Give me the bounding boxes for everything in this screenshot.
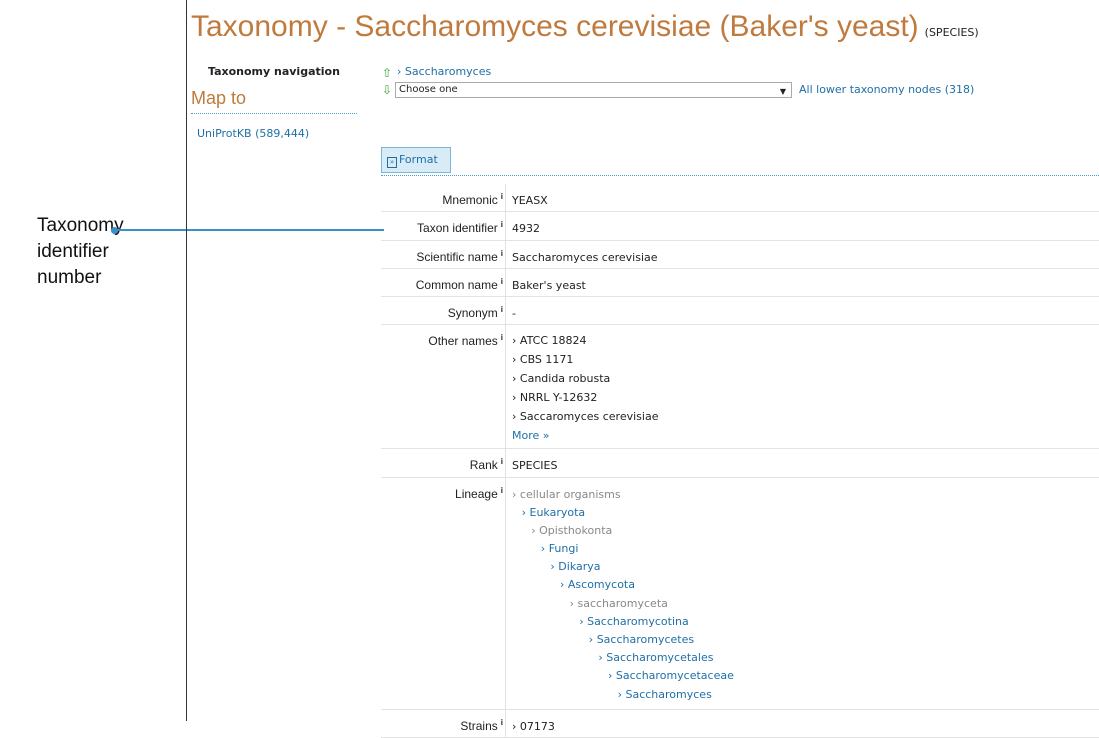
field-label: Taxon identifieri [381, 211, 506, 240]
row-strains: Strainsi › 07173 [381, 709, 1099, 737]
info-icon[interactable]: i [501, 249, 503, 258]
more-link[interactable]: More » [512, 429, 1099, 448]
row-rank: Ranki SPECIES [381, 448, 1099, 477]
row-common-name: Common namei Baker's yeast [381, 268, 1099, 296]
info-icon[interactable]: i [501, 220, 503, 229]
map-to-divider [191, 113, 357, 114]
info-icon[interactable]: i [501, 192, 503, 201]
field-value: › 07173 [506, 709, 1099, 737]
field-value: - [506, 296, 1099, 324]
arrow-up-icon: ⇧ [382, 66, 392, 80]
common-name-value: Baker's yeast [512, 269, 1099, 292]
format-button[interactable]: »Format [381, 147, 451, 173]
field-label: Ranki [381, 448, 506, 477]
list-item: › Saccaromyces cerevisiae [512, 410, 1099, 429]
field-label: Strainsi [381, 709, 506, 737]
row-scientific-name: Scientific namei Saccharomyces cerevisia… [381, 240, 1099, 268]
row-synonym: Synonymi - [381, 296, 1099, 324]
mnemonic-value: YEASX [512, 184, 1099, 207]
row-taxon-identifier: Taxon identifieri 4932 [381, 211, 1099, 240]
callout-dot [111, 227, 118, 234]
format-button-label: Format [399, 153, 438, 166]
lineage-item[interactable]: › Saccharomycetes [512, 633, 1099, 651]
synonym-value: - [512, 297, 1099, 320]
list-item: › NRRL Y-12632 [512, 391, 1099, 410]
taxonomy-info-table: Mnemonici YEASX Taxon identifieri 4932 S… [381, 184, 1099, 738]
field-label: Lineagei [381, 477, 506, 709]
field-value: SPECIES [506, 448, 1099, 477]
row-mnemonic: Mnemonici YEASX [381, 184, 1099, 211]
parent-taxon-link[interactable]: › Saccharomyces [397, 65, 491, 78]
field-label: Scientific namei [381, 240, 506, 268]
info-icon[interactable]: i [501, 305, 503, 314]
lower-taxon-select[interactable]: Choose one ▼ [395, 82, 792, 98]
info-icon[interactable]: i [501, 718, 503, 727]
uniprotkb-link[interactable]: UniProtKB (589,444) [197, 127, 309, 140]
lineage-item[interactable]: › Saccharomycetaceae [512, 669, 1099, 687]
lineage-list: › cellular organisms› Eukaryota› Opistho… [512, 478, 1099, 706]
taxonomy-navigation-heading: Taxonomy navigation [208, 65, 340, 78]
all-lower-nodes-link[interactable]: All lower taxonomy nodes (318) [799, 83, 974, 96]
chevron-down-icon: ▼ [780, 85, 786, 99]
format-icon: » [387, 157, 397, 168]
field-label: Synonymi [381, 296, 506, 324]
page-title: Taxonomy - Saccharomyces cerevisiae (Bak… [191, 10, 979, 44]
field-label: Other namesi [381, 324, 506, 448]
lineage-item: › saccharomyceta [512, 597, 1099, 615]
format-divider [381, 175, 1099, 176]
select-value: Choose one [399, 84, 458, 95]
field-label: Common namei [381, 268, 506, 296]
lineage-item: › Opisthokonta [512, 524, 1099, 542]
list-item: › ATCC 18824 [512, 334, 1099, 353]
field-value: › ATCC 18824 › CBS 1171 › Candida robust… [506, 324, 1099, 448]
page-title-text: Taxonomy - Saccharomyces cerevisiae (Bak… [191, 10, 919, 43]
info-icon[interactable]: i [501, 277, 503, 286]
rank-value: SPECIES [512, 449, 1099, 472]
scientific-name-value: Saccharomyces cerevisiae [512, 241, 1099, 264]
lineage-item[interactable]: › Saccharomycotina [512, 615, 1099, 633]
lineage-item: › cellular organisms [512, 488, 1099, 506]
field-value: 4932 [506, 211, 1099, 240]
row-lineage: Lineagei › cellular organisms› Eukaryota… [381, 477, 1099, 709]
map-to-heading: Map to [191, 88, 246, 109]
lineage-item[interactable]: › Saccharomyces [512, 688, 1099, 706]
page-left-border [186, 0, 187, 721]
row-other-names: Other namesi › ATCC 18824 › CBS 1171 › C… [381, 324, 1099, 448]
info-icon[interactable]: i [501, 457, 503, 466]
field-value: Baker's yeast [506, 268, 1099, 296]
callout-line [114, 229, 384, 231]
field-label: Mnemonici [381, 184, 506, 211]
field-value: Saccharomyces cerevisiae [506, 240, 1099, 268]
taxon-identifier-value: 4932 [512, 212, 1099, 235]
list-item: › Candida robusta [512, 372, 1099, 391]
field-value: YEASX [506, 184, 1099, 211]
lineage-item[interactable]: › Fungi [512, 542, 1099, 560]
field-value: › cellular organisms› Eukaryota› Opistho… [506, 477, 1099, 709]
lineage-item[interactable]: › Eukaryota [512, 506, 1099, 524]
other-names-list: › ATCC 18824 › CBS 1171 › Candida robust… [512, 325, 1099, 448]
rank-badge: (SPECIES) [925, 26, 979, 39]
arrow-down-icon: ⇩ [382, 83, 392, 97]
lineage-item[interactable]: › Ascomycota [512, 578, 1099, 596]
callout-label: Taxonomy identifier number [37, 213, 117, 291]
lineage-item[interactable]: › Dikarya [512, 560, 1099, 578]
info-icon[interactable]: i [501, 333, 503, 342]
info-icon[interactable]: i [501, 486, 503, 495]
lineage-item[interactable]: › Saccharomycetales [512, 651, 1099, 669]
list-item: › CBS 1171 [512, 353, 1099, 372]
list-item[interactable]: › 07173 [512, 710, 1099, 733]
